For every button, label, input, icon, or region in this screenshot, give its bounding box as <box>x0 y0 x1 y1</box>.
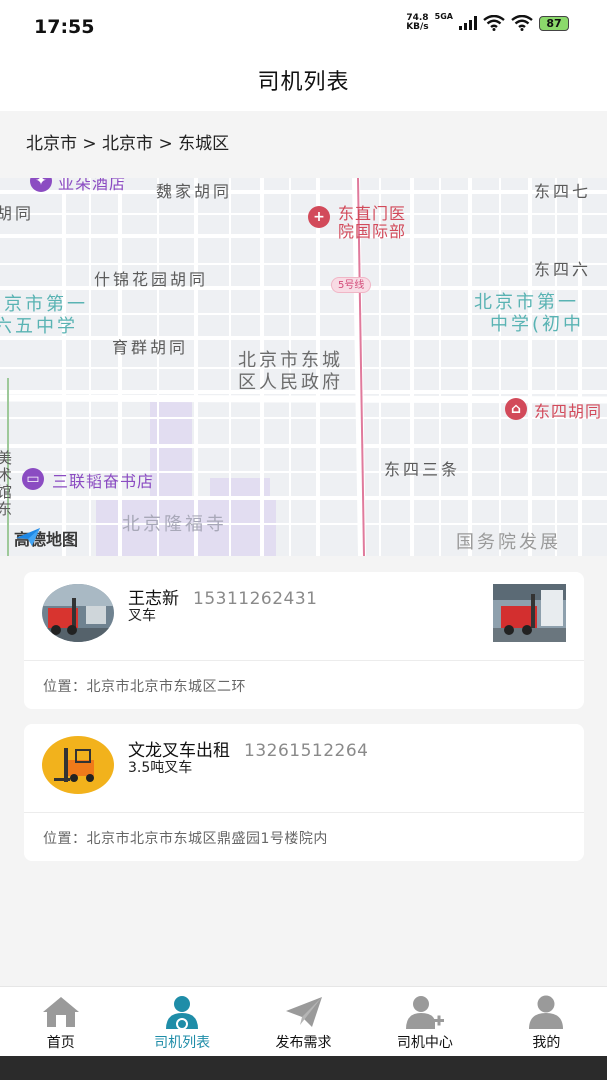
network-speed: 74.8 KB/s <box>406 13 429 32</box>
driver-avatar <box>42 736 114 794</box>
tab-driver-center[interactable]: 司机中心 <box>364 987 485 1056</box>
region-breadcrumb[interactable]: 北京市 > 北京市 > 东城区 <box>0 111 607 178</box>
museum-pin-icon[interactable]: ⌂ <box>505 398 527 420</box>
paper-plane-icon <box>285 997 322 1027</box>
system-navigation-bar <box>0 1056 607 1080</box>
home-icon <box>42 997 79 1027</box>
driver-name-row: 王志新 15311262431 <box>128 584 317 609</box>
map-label-school-right-2: 中学(初中 <box>490 314 585 335</box>
page-header: 司机列表 <box>0 54 607 111</box>
map-label-dongsihu: 东四胡同 <box>534 402 603 421</box>
driver-phone[interactable]: 13261512264 <box>244 741 368 761</box>
map-label-yuqun: 育群胡同 <box>112 338 189 357</box>
tab-profile[interactable]: 我的 <box>486 987 607 1056</box>
bookstore-pin-icon[interactable]: ▭ <box>22 468 44 490</box>
tab-home[interactable]: 首页 <box>0 987 121 1056</box>
driver-avatar <box>42 584 114 642</box>
cell-signal-icon <box>459 16 477 30</box>
map-label-school-left-2: 六五中学 <box>0 316 78 337</box>
map-provider-logo: 高德地图 <box>14 526 78 550</box>
driver-card[interactable]: 文龙叉车出租 13261512264 3.5吨叉车 位置：北京市北京市东城区鼎盛园… <box>24 724 584 861</box>
bottom-tab-bar: 首页 司机列表 发布需求 司机中心 我的 <box>0 986 607 1056</box>
hospital-pin-icon[interactable]: + <box>308 206 330 228</box>
map-label-bookstore: 三联韬奋书店 <box>52 472 155 491</box>
tab-driver-list[interactable]: 司机列表 <box>121 987 242 1056</box>
map-label-longfu: 北京隆福寺 <box>122 514 227 535</box>
driver-center-icon <box>405 996 444 1029</box>
driver-card[interactable]: 王志新 15311262431 叉车 位置：北京市北京市东城区二环 <box>24 572 584 709</box>
map-label-dongsiliu: 东四六 <box>534 260 592 279</box>
map-view[interactable]: ✦ 亚朵酒店 魏家胡同 胡同 + 东直门医 院国际部 东四七 东四六 什锦花园胡… <box>0 178 607 556</box>
map-label-hotel: 亚朵酒店 <box>58 178 127 193</box>
map-label-dongsiqi: 东四七 <box>534 182 592 201</box>
driver-list-icon <box>166 996 199 1029</box>
driver-phone[interactable]: 15311262431 <box>193 589 317 609</box>
profile-icon <box>529 995 564 1029</box>
network-type: 5GA <box>434 11 453 21</box>
vehicle-photo[interactable] <box>493 584 566 642</box>
tab-publish[interactable]: 发布需求 <box>243 987 364 1056</box>
map-label-hutong: 胡同 <box>0 204 35 223</box>
driver-location: 位置：北京市北京市东城区鼎盛园1号楼院内 <box>43 831 328 847</box>
wifi-icon-2 <box>511 15 533 31</box>
metro-line-badge: 5号线 <box>331 277 372 293</box>
status-bar: 17:55 74.8 KB/s 5GA 87 <box>0 0 607 54</box>
vehicle-type: 3.5吨叉车 <box>128 760 193 776</box>
map-label-dongsisan: 东四三条 <box>384 460 461 479</box>
status-time: 17:55 <box>34 16 95 38</box>
card-divider <box>24 660 584 661</box>
map-label-weijia: 魏家胡同 <box>156 182 233 201</box>
map-label-guowuyuan: 国务院发展 <box>456 532 561 553</box>
page-title: 司机列表 <box>257 70 350 95</box>
battery-indicator: 87 <box>539 15 569 31</box>
card-divider <box>24 812 584 813</box>
driver-location: 位置：北京市北京市东城区二环 <box>43 679 246 695</box>
map-label-gov-2: 区人民政府 <box>238 372 343 393</box>
amap-logo-icon <box>16 528 40 546</box>
map-label-museum: 美术馆东 <box>0 450 13 518</box>
map-label-shijin: 什锦花园胡同 <box>94 270 209 289</box>
vehicle-type: 叉车 <box>128 608 156 624</box>
status-icons: 74.8 KB/s 5GA 87 <box>406 11 569 32</box>
map-label-hospital-2: 院国际部 <box>338 222 407 241</box>
wifi-icon <box>483 15 505 31</box>
